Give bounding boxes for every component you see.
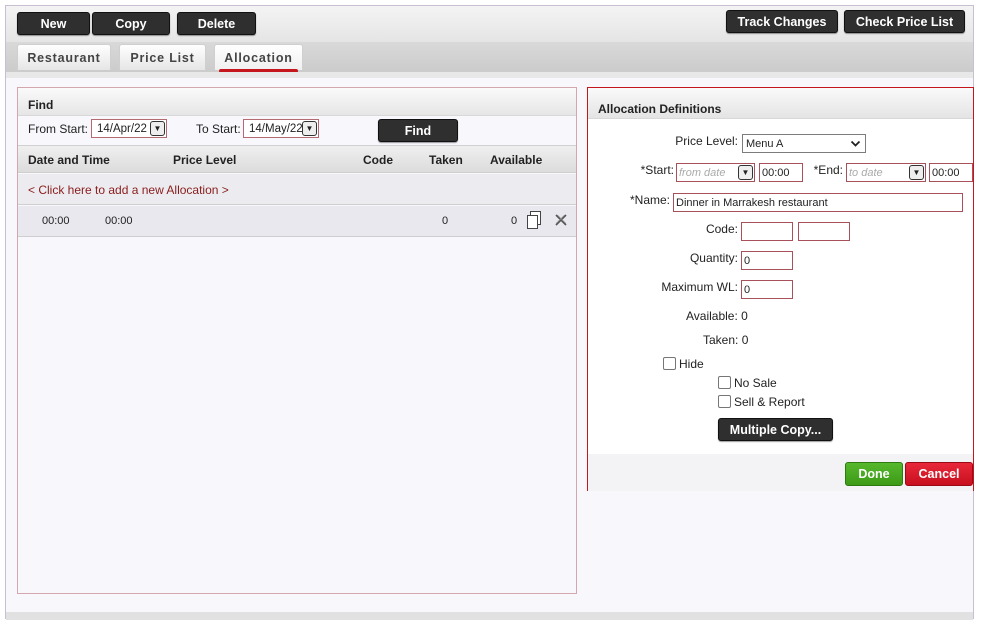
end-date-field[interactable]: to date ▼ bbox=[846, 163, 926, 182]
hide-label: Hide bbox=[679, 357, 704, 371]
tab-allocation[interactable]: Allocation bbox=[214, 44, 303, 73]
end-label: *End: bbox=[813, 163, 843, 177]
quantity-value: 0 bbox=[744, 254, 751, 267]
tab-price-list[interactable]: Price List bbox=[119, 44, 206, 70]
maximum-wl-value: 0 bbox=[744, 283, 751, 296]
to-start-select[interactable]: 14/May/22 ▼ bbox=[243, 119, 319, 138]
to-start-label: To Start: bbox=[196, 122, 241, 136]
taken-text: Taken: 0 bbox=[703, 333, 749, 347]
maximum-wl-label: Maximum WL: bbox=[661, 280, 738, 294]
add-allocation-row: < Click here to add a new Allocation > bbox=[18, 174, 576, 205]
multiple-copy-button[interactable]: Multiple Copy... bbox=[718, 418, 833, 441]
start-label: *Start: bbox=[640, 163, 674, 177]
find-button[interactable]: Find bbox=[378, 119, 458, 142]
from-start-label: From Start: bbox=[28, 122, 89, 136]
new-button[interactable]: New bbox=[17, 12, 90, 35]
row-end-time: 00:00 bbox=[105, 215, 133, 227]
delete-row-icon[interactable] bbox=[554, 213, 568, 227]
name-field[interactable]: Dinner in Marrakesh restaurant bbox=[673, 193, 963, 212]
cancel-button[interactable]: Cancel bbox=[905, 462, 973, 486]
calendar-dropdown-icon[interactable]: ▼ bbox=[909, 165, 924, 180]
code-field-1[interactable] bbox=[741, 222, 793, 241]
name-value: Dinner in Marrakesh restaurant bbox=[676, 196, 828, 209]
table-header: Date and Time Price Level Code Taken Ava… bbox=[18, 145, 576, 173]
price-level-value: Menu A bbox=[746, 137, 784, 150]
from-start-select[interactable]: 14/Apr/22 ▼ bbox=[91, 119, 167, 138]
col-price-level[interactable]: Price Level bbox=[173, 153, 236, 167]
quantity-label: Quantity: bbox=[689, 251, 738, 265]
code-field-2[interactable] bbox=[798, 222, 850, 241]
start-date-field[interactable]: from date ▼ bbox=[676, 163, 755, 182]
no-sale-label: No Sale bbox=[734, 376, 777, 390]
tab-restaurant[interactable]: Restaurant bbox=[17, 44, 111, 70]
end-time-field[interactable]: 00:00 bbox=[929, 163, 973, 182]
find-title: Find bbox=[28, 98, 54, 112]
available-text: Available: 0 bbox=[686, 309, 748, 323]
col-available[interactable]: Available bbox=[490, 153, 542, 167]
chevron-down-icon bbox=[850, 140, 861, 147]
find-header: Find bbox=[18, 88, 576, 116]
sell-report-checkbox[interactable] bbox=[718, 395, 731, 408]
delete-button[interactable]: Delete bbox=[177, 12, 256, 35]
allocation-panel: Allocation Definitions Price Level: Menu… bbox=[587, 87, 974, 491]
allocation-title: Allocation Definitions bbox=[598, 102, 722, 116]
copy-button[interactable]: Copy bbox=[92, 12, 170, 35]
code-label: Code: bbox=[705, 222, 738, 236]
name-label: *Name: bbox=[629, 193, 670, 207]
copy-row-icon[interactable] bbox=[527, 211, 541, 229]
start-time-value: 00:00 bbox=[762, 166, 790, 179]
find-panel: Find From Start: 14/Apr/22 ▼ To Start: 1… bbox=[17, 87, 577, 594]
add-allocation-link[interactable]: < Click here to add a new Allocation > bbox=[28, 183, 229, 197]
calendar-dropdown-icon[interactable]: ▼ bbox=[738, 165, 753, 180]
to-start-value: 14/May/22 bbox=[249, 122, 303, 135]
end-time-value: 00:00 bbox=[932, 166, 960, 179]
price-level-select[interactable]: Menu A bbox=[742, 134, 866, 153]
price-level-label: Price Level: bbox=[675, 134, 738, 148]
allocation-header: Allocation Definitions bbox=[588, 88, 973, 119]
table-row[interactable]: 00:00 00:00 0 0 bbox=[18, 206, 576, 237]
app-frame: New Copy Delete Track Changes Check Pric… bbox=[5, 5, 974, 620]
tab-allocation-label: Allocation bbox=[224, 50, 293, 65]
done-button[interactable]: Done bbox=[845, 462, 903, 486]
start-time-field[interactable]: 00:00 bbox=[759, 163, 803, 182]
maximum-wl-field[interactable]: 0 bbox=[741, 280, 793, 299]
track-changes-button[interactable]: Track Changes bbox=[726, 10, 838, 33]
bottom-strip bbox=[6, 612, 973, 620]
row-available: 0 bbox=[511, 215, 518, 227]
col-taken[interactable]: Taken bbox=[429, 153, 463, 167]
end-date-placeholder: to date bbox=[849, 166, 883, 179]
col-date-time[interactable]: Date and Time bbox=[28, 153, 110, 167]
from-start-value: 14/Apr/22 bbox=[97, 122, 147, 135]
check-price-list-button[interactable]: Check Price List bbox=[844, 10, 965, 33]
row-start-time: 00:00 bbox=[42, 215, 70, 227]
tab-underline-strip bbox=[6, 72, 973, 78]
no-sale-checkbox[interactable] bbox=[718, 376, 731, 389]
dropdown-arrow-icon[interactable]: ▼ bbox=[302, 121, 317, 136]
dropdown-arrow-icon[interactable]: ▼ bbox=[150, 121, 165, 136]
quantity-field[interactable]: 0 bbox=[741, 251, 793, 270]
col-code[interactable]: Code bbox=[363, 153, 393, 167]
row-taken: 0 bbox=[442, 215, 449, 227]
start-date-placeholder: from date bbox=[679, 166, 726, 179]
sell-report-label: Sell & Report bbox=[734, 395, 805, 409]
hide-checkbox[interactable] bbox=[663, 357, 676, 370]
